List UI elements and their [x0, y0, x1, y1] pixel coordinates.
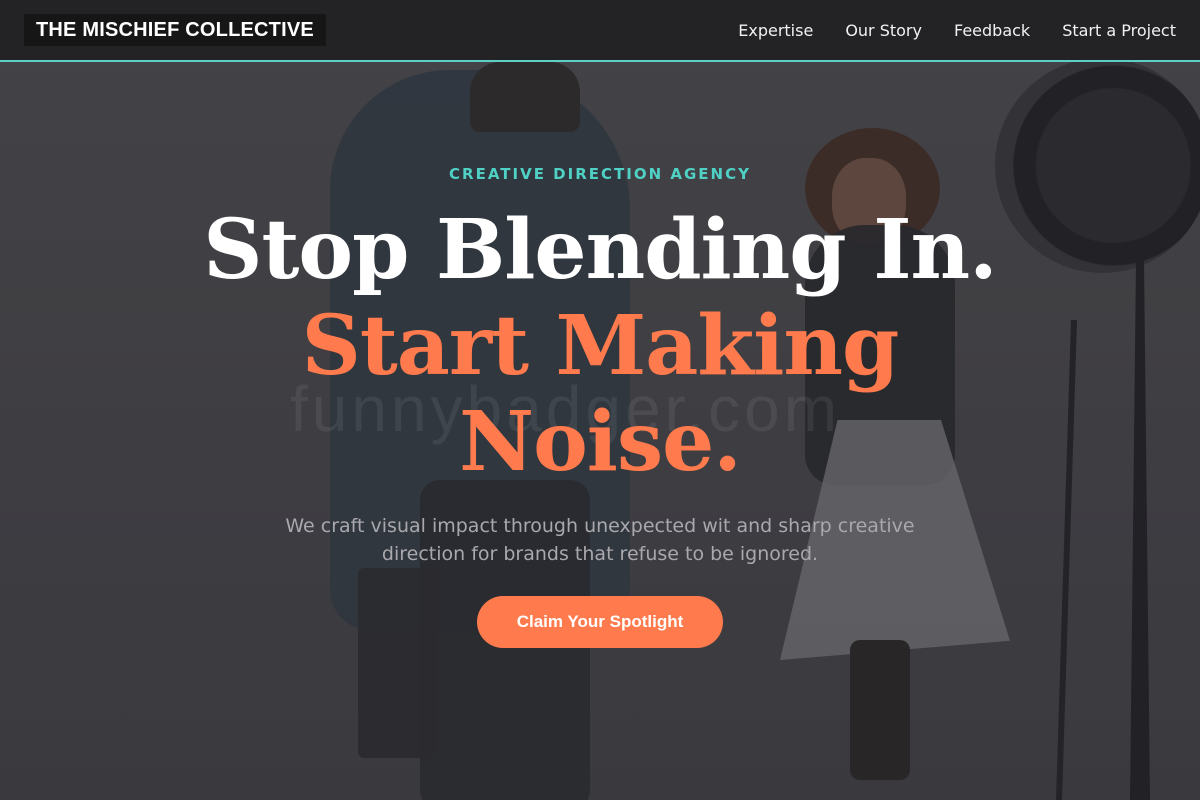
- nav-link-start-a-project[interactable]: Start a Project: [1062, 21, 1176, 40]
- top-navbar: THE MISCHIEF COLLECTIVE Expertise Our St…: [0, 0, 1200, 62]
- landing-page: funnybadger.com THE MISCHIEF COLLECTIVE …: [0, 0, 1200, 800]
- nav-link-our-story[interactable]: Our Story: [845, 21, 922, 40]
- headline-line-2: Start Making Noise.: [301, 298, 900, 490]
- hero-headline: Stop Blending In. Start Making Noise.: [0, 202, 1200, 490]
- hero-eyebrow: CREATIVE DIRECTION AGENCY: [449, 165, 751, 183]
- nav-link-expertise[interactable]: Expertise: [738, 21, 813, 40]
- main-nav: Expertise Our Story Feedback Start a Pro…: [738, 0, 1176, 60]
- headline-line-1: Stop Blending In.: [203, 202, 997, 298]
- claim-spotlight-button[interactable]: Claim Your Spotlight: [476, 596, 724, 648]
- hero-section: CREATIVE DIRECTION AGENCY Stop Blending …: [0, 160, 1200, 648]
- brand-logo[interactable]: THE MISCHIEF COLLECTIVE: [24, 14, 326, 46]
- hero-subtext: We craft visual impact through unexpecte…: [285, 515, 915, 565]
- nav-link-feedback[interactable]: Feedback: [954, 21, 1030, 40]
